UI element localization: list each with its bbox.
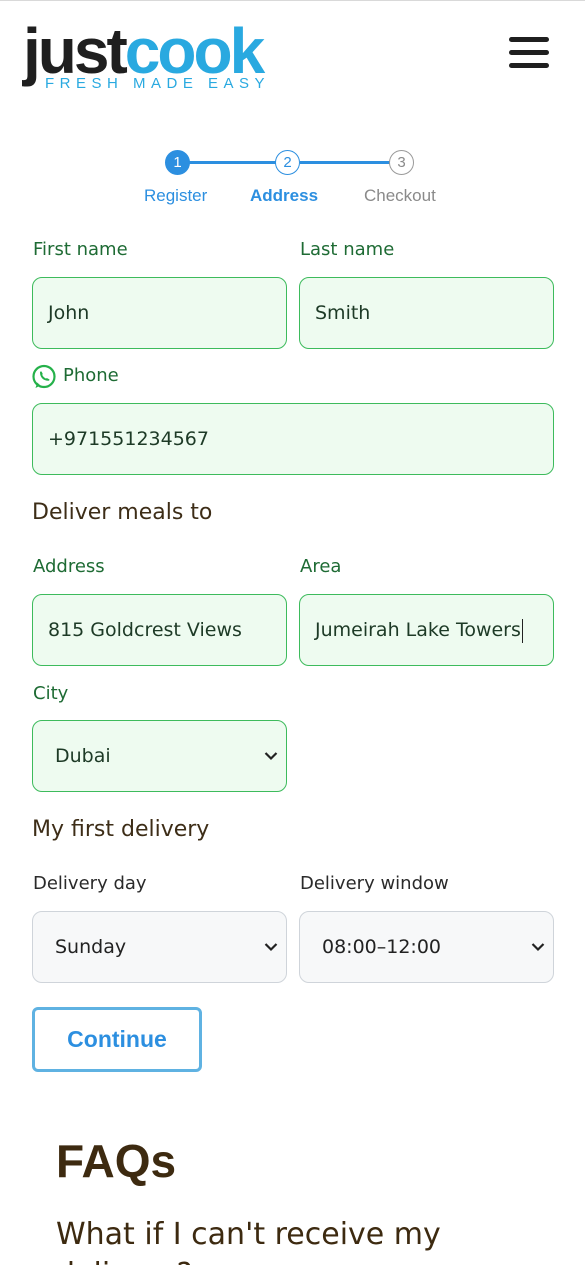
chevron-down-icon bbox=[264, 943, 278, 952]
step-address-label: Address bbox=[250, 186, 319, 205]
first-delivery-heading: My first delivery bbox=[32, 817, 210, 842]
delivery-window-label: Delivery window bbox=[300, 873, 449, 894]
first-name-field[interactable]: John bbox=[32, 277, 287, 349]
address-label: Address bbox=[33, 556, 105, 577]
stepper-line-1 bbox=[188, 161, 278, 164]
step-2-dot: 2 bbox=[275, 150, 300, 175]
city-label: City bbox=[33, 683, 69, 704]
area-field[interactable]: Jumeirah Lake Towers bbox=[299, 594, 554, 666]
step-checkout-label: Checkout bbox=[364, 186, 436, 205]
deliver-meals-heading: Deliver meals to bbox=[32, 500, 213, 525]
whatsapp-icon bbox=[32, 364, 56, 389]
continue-button[interactable]: Continue bbox=[32, 1007, 202, 1072]
area-label: Area bbox=[300, 556, 342, 577]
last-name-label: Last name bbox=[300, 239, 395, 260]
text-caret bbox=[521, 618, 523, 643]
faq-title: FAQs bbox=[56, 1135, 177, 1187]
stepper-line-2 bbox=[300, 161, 391, 164]
step-1-dot: 1 bbox=[165, 150, 190, 175]
justcook-logo[interactable]: justcook FRESH MADE EASY bbox=[23, 11, 273, 97]
last-name-field[interactable]: Smith bbox=[299, 277, 554, 349]
delivery-day-label: Delivery day bbox=[33, 873, 147, 894]
step-register-label[interactable]: Register bbox=[144, 186, 207, 206]
address-field[interactable]: 815 Goldcrest Views bbox=[32, 594, 287, 666]
delivery-window-select[interactable]: 08:00–12:00 bbox=[299, 911, 554, 983]
city-select[interactable]: Dubai bbox=[32, 720, 287, 792]
faq-question[interactable]: What if I can't receive my delivery? bbox=[56, 1215, 556, 1265]
step-3-dot: 3 bbox=[389, 150, 414, 175]
delivery-window-value: 08:00–12:00 bbox=[322, 936, 442, 958]
menu-icon[interactable] bbox=[509, 37, 549, 69]
chevron-down-icon bbox=[264, 752, 278, 761]
logo-tagline: FRESH MADE EASY bbox=[45, 75, 271, 92]
city-value: Dubai bbox=[55, 745, 111, 767]
phone-label: Phone bbox=[63, 365, 119, 386]
phone-field[interactable]: +971551234567 bbox=[32, 403, 554, 475]
first-name-label: First name bbox=[33, 239, 128, 260]
delivery-day-select[interactable]: Sunday bbox=[32, 911, 287, 983]
area-value: Jumeirah Lake Towers bbox=[315, 619, 521, 641]
delivery-day-value: Sunday bbox=[55, 936, 127, 958]
chevron-down-icon bbox=[531, 943, 545, 952]
